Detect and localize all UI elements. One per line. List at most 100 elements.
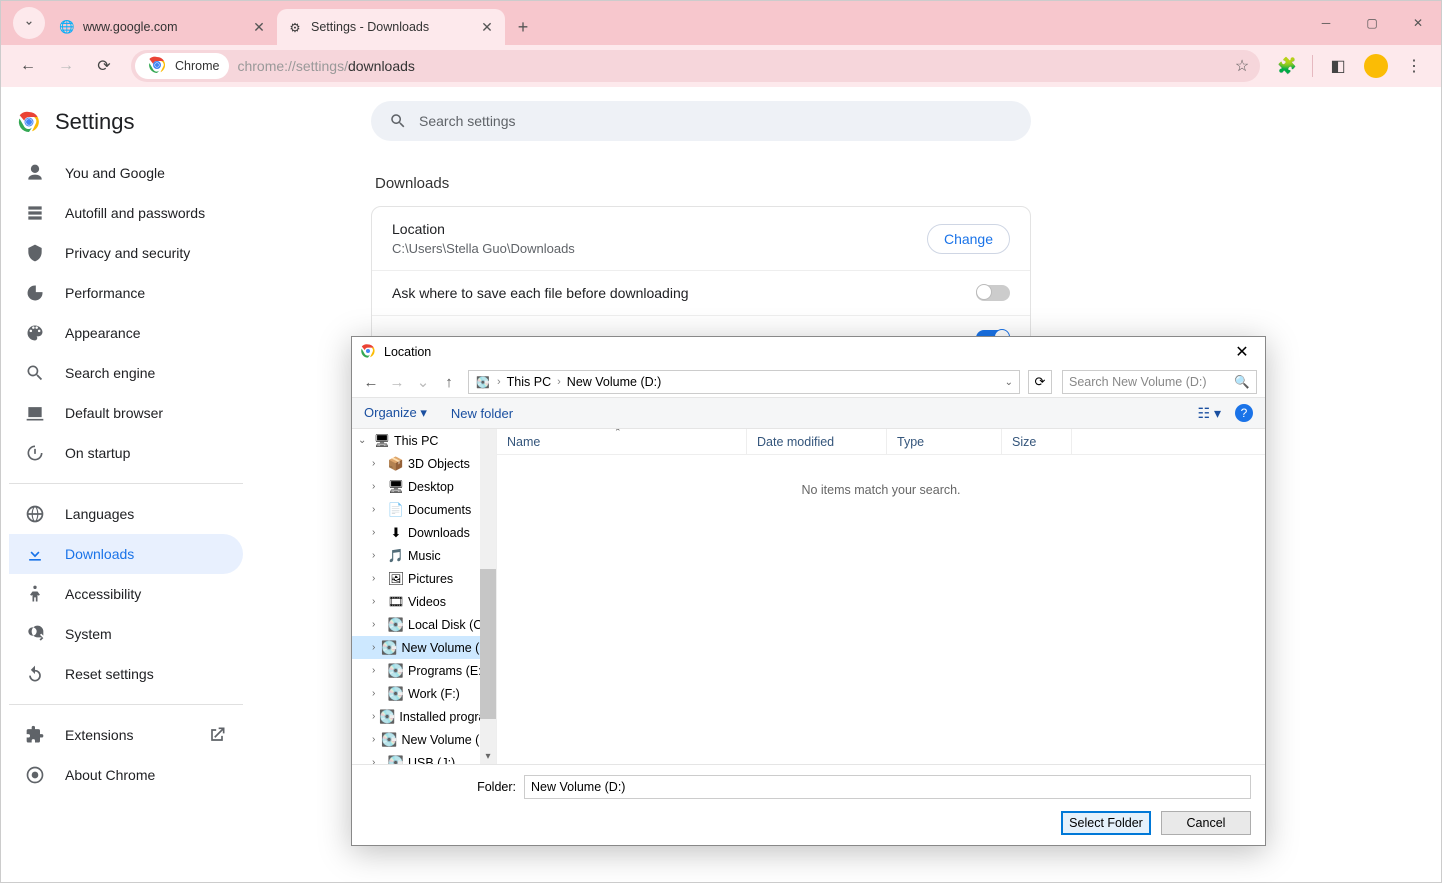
- dialog-title: Location: [384, 345, 431, 359]
- sidebar-item-privacy-and-security[interactable]: Privacy and security: [9, 233, 243, 273]
- minimize-button[interactable]: ─: [1303, 1, 1349, 45]
- col-type[interactable]: Type: [887, 429, 1002, 454]
- side-panel-icon[interactable]: ◧: [1321, 49, 1355, 83]
- chevron-right-icon: ›: [372, 596, 384, 607]
- refresh-button[interactable]: ⟳: [1028, 370, 1052, 394]
- chevron-right-icon: ›: [372, 711, 375, 722]
- chevron-right-icon: ›: [372, 757, 384, 764]
- nav-label: About Chrome: [65, 767, 155, 783]
- search-icon: [389, 112, 407, 130]
- file-list-area: Name⌃ Date modified Type Size No items m…: [497, 429, 1265, 764]
- tree-label: Work (F:): [408, 687, 460, 701]
- close-icon[interactable]: ✕: [251, 19, 267, 35]
- dialog-search-input[interactable]: Search New Volume (D:) 🔍: [1062, 370, 1257, 394]
- change-button[interactable]: Change: [927, 224, 1010, 254]
- sidebar-item-performance[interactable]: Performance: [9, 273, 243, 313]
- folder-picker-dialog: Location ✕ ← → ⌄ ↑ 💽 › This PC › New Vol…: [351, 336, 1266, 846]
- col-date[interactable]: Date modified: [747, 429, 887, 454]
- tree-item[interactable]: ›💽Work (F:): [352, 682, 496, 705]
- omnibox[interactable]: Chrome chrome://settings/downloads ☆: [131, 50, 1260, 82]
- dialog-toolbar: Organize ▾ New folder ☷ ▾ ?: [352, 397, 1265, 429]
- view-mode-button[interactable]: ☷ ▾: [1198, 405, 1221, 422]
- breadcrumb-segment[interactable]: New Volume (D:): [567, 375, 661, 389]
- new-tab-button[interactable]: +: [509, 13, 537, 41]
- breadcrumb[interactable]: 💽 › This PC › New Volume (D:) ⌄: [468, 370, 1020, 394]
- col-size[interactable]: Size: [1002, 429, 1072, 454]
- tree-item[interactable]: ›🖼Pictures: [352, 567, 496, 590]
- tree-item[interactable]: ›🎞Videos: [352, 590, 496, 613]
- folder-input[interactable]: [524, 775, 1251, 799]
- globe-icon: 🌐: [59, 19, 75, 35]
- cancel-button[interactable]: Cancel: [1161, 811, 1251, 835]
- bookmark-star-icon[interactable]: ☆: [1228, 56, 1256, 76]
- tree-item[interactable]: ›💽New Volume (D:): [352, 636, 496, 659]
- profile-avatar[interactable]: [1359, 49, 1393, 83]
- tree-item[interactable]: ›🎵Music: [352, 544, 496, 567]
- reload-button[interactable]: ⟳: [87, 49, 121, 83]
- sidebar-item-you-and-google[interactable]: You and Google: [9, 153, 243, 193]
- search-settings-input[interactable]: Search settings: [371, 101, 1031, 141]
- breadcrumb-segment[interactable]: This PC: [507, 375, 551, 389]
- settings-sidebar: Settings You and GoogleAutofill and pass…: [1, 87, 251, 882]
- tab-settings[interactable]: ⚙ Settings - Downloads ✕: [277, 9, 505, 45]
- chrome-chip[interactable]: Chrome: [135, 53, 229, 79]
- scroll-down-button[interactable]: ▾: [480, 748, 496, 764]
- sidebar-item-search-engine[interactable]: Search engine: [9, 353, 243, 393]
- sidebar-item-downloads[interactable]: Downloads: [9, 534, 243, 574]
- chevron-right-icon: ›: [372, 481, 384, 492]
- close-icon[interactable]: ✕: [479, 19, 495, 35]
- nav-icon: [25, 504, 45, 524]
- menu-button[interactable]: ⋮: [1397, 49, 1431, 83]
- sidebar-item-reset-settings[interactable]: Reset settings: [9, 654, 243, 694]
- tab-title: Settings - Downloads: [311, 20, 471, 34]
- sidebar-item-accessibility[interactable]: Accessibility: [9, 574, 243, 614]
- empty-message: No items match your search.: [497, 483, 1265, 497]
- tree-item[interactable]: ›💽Programs (E:): [352, 659, 496, 682]
- breadcrumb-dropdown-icon[interactable]: ⌄: [1005, 377, 1013, 388]
- tab-search-button[interactable]: [13, 7, 45, 39]
- new-folder-button[interactable]: New folder: [451, 406, 513, 421]
- tab-google[interactable]: 🌐 www.google.com ✕: [49, 9, 277, 45]
- sidebar-item-languages[interactable]: Languages: [9, 494, 243, 534]
- tree-item[interactable]: ›⬇Downloads: [352, 521, 496, 544]
- sidebar-item-about-chrome[interactable]: About Chrome: [9, 755, 243, 795]
- col-name[interactable]: Name⌃: [497, 429, 747, 454]
- chevron-right-icon: ›: [372, 573, 384, 584]
- maximize-button[interactable]: ▢: [1349, 1, 1395, 45]
- sidebar-item-on-startup[interactable]: On startup: [9, 433, 243, 473]
- sidebar-item-system[interactable]: System: [9, 614, 243, 654]
- forward-button[interactable]: →: [49, 49, 83, 83]
- tree-item[interactable]: ›💽New Volume (H:): [352, 728, 496, 751]
- chrome-logo-icon: [17, 110, 41, 134]
- tree-item[interactable]: ›💽Local Disk (C:): [352, 613, 496, 636]
- tree-item[interactable]: ›🖥Desktop: [352, 475, 496, 498]
- tree-item[interactable]: ›💽USB (J:): [352, 751, 496, 764]
- close-window-button[interactable]: ✕: [1395, 1, 1441, 45]
- dialog-close-button[interactable]: ✕: [1227, 342, 1257, 362]
- nav-label: Appearance: [65, 325, 141, 341]
- tree-item[interactable]: ›📦3D Objects: [352, 452, 496, 475]
- dlg-forward-button[interactable]: →: [386, 374, 408, 391]
- select-folder-button[interactable]: Select Folder: [1061, 811, 1151, 835]
- tree-item[interactable]: ›💽Installed programs: [352, 705, 496, 728]
- sidebar-item-extensions[interactable]: Extensions: [9, 715, 243, 755]
- sidebar-item-autofill-and-passwords[interactable]: Autofill and passwords: [9, 193, 243, 233]
- nav-label: Extensions: [65, 727, 133, 743]
- scrollbar-thumb[interactable]: [480, 569, 496, 719]
- location-label: Location: [392, 221, 575, 237]
- dlg-recent-button[interactable]: ⌄: [412, 373, 434, 391]
- dlg-back-button[interactable]: ←: [360, 374, 382, 391]
- help-icon[interactable]: ?: [1235, 404, 1253, 422]
- folder-icon: 💽: [388, 617, 404, 633]
- sidebar-item-appearance[interactable]: Appearance: [9, 313, 243, 353]
- nav-icon: [25, 163, 45, 183]
- tree-item[interactable]: ›📄Documents: [352, 498, 496, 521]
- dlg-up-button[interactable]: ↑: [438, 374, 460, 391]
- extensions-icon[interactable]: 🧩: [1270, 49, 1304, 83]
- back-button[interactable]: ←: [11, 49, 45, 83]
- nav-label: System: [65, 626, 112, 642]
- sidebar-item-default-browser[interactable]: Default browser: [9, 393, 243, 433]
- tree-this-pc[interactable]: ⌄ 🖥 This PC: [352, 429, 496, 452]
- organize-menu[interactable]: Organize ▾: [364, 405, 427, 421]
- ask-toggle[interactable]: [976, 285, 1010, 301]
